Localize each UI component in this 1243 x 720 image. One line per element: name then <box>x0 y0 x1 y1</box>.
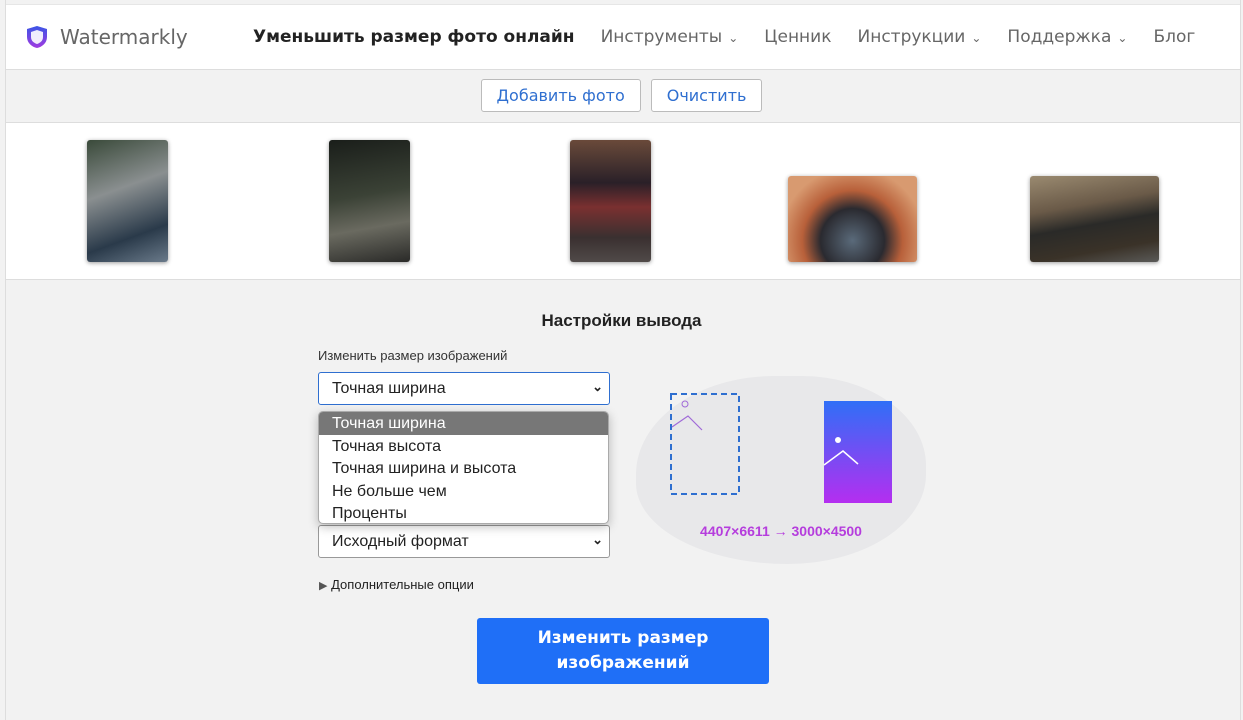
resize-illustration <box>670 393 892 503</box>
chevron-down-icon: ⌄ <box>971 31 982 45</box>
add-photo-button[interactable]: Добавить фото <box>480 79 641 112</box>
dropdown-option[interactable]: Не больше чем <box>319 480 608 503</box>
dimensions-text: 4407×6611 → 3000×4500 <box>700 523 862 539</box>
dropdown-option[interactable]: Точная ширина и высота <box>319 457 608 480</box>
chevron-down-icon: ⌄ <box>1117 31 1128 45</box>
photo-thumbnail[interactable] <box>788 176 917 262</box>
photo-thumbnail[interactable] <box>87 140 168 262</box>
nav-item-blog[interactable]: Блог <box>1153 27 1195 47</box>
more-options-label: Дополнительные опции <box>331 577 474 592</box>
photo-thumbnail[interactable] <box>1030 176 1159 262</box>
toolbar: Добавить фото Очистить <box>0 79 1243 112</box>
photo-thumbnail[interactable] <box>329 140 410 262</box>
nav-label: Ценник <box>764 27 832 47</box>
resize-mode-select[interactable]: Точная ширина ⌄ <box>318 372 610 405</box>
nav-item-resize[interactable]: Уменьшить размер фото онлайн <box>253 27 575 47</box>
logo[interactable]: Watermarkly <box>26 25 188 49</box>
format-select[interactable]: Исходный формат ⌄ <box>318 525 610 558</box>
triangle-right-icon: ▶ <box>319 580 328 592</box>
header: Watermarkly Уменьшить размер фото онлайн… <box>6 4 1240 70</box>
nav-label: Блог <box>1153 27 1196 47</box>
settings-title: Настройки вывода <box>541 311 702 330</box>
nav-label: Уменьшить размер фото онлайн <box>253 27 575 47</box>
nav-item-pricing[interactable]: Ценник <box>764 27 831 47</box>
chevron-down-icon: ⌄ <box>728 31 739 45</box>
shield-icon <box>27 26 47 48</box>
select-value: Точная ширина <box>332 380 446 397</box>
nav-label: Поддержка <box>1007 27 1112 47</box>
photo-thumbnail[interactable] <box>570 140 651 262</box>
dropdown-option[interactable]: Проценты <box>319 502 608 523</box>
thumbnail-strip <box>6 122 1240 280</box>
resize-label: Изменить размер изображений <box>318 348 508 363</box>
chevron-down-icon: ⌄ <box>592 532 603 547</box>
original-image-icon <box>670 393 740 495</box>
nav-label: Инструкции <box>857 27 966 47</box>
resize-images-button[interactable]: Изменить размер изображений <box>477 618 769 684</box>
nav-label: Инструменты <box>600 27 723 47</box>
main-nav: Уменьшить размер фото онлайн Инструменты… <box>253 27 1195 47</box>
select-value: Исходный формат <box>332 533 469 550</box>
nav-item-tools[interactable]: Инструменты ⌄ <box>601 27 739 47</box>
dropdown-option[interactable]: Точная высота <box>319 435 608 458</box>
nav-item-support[interactable]: Поддержка ⌄ <box>1007 27 1127 47</box>
resized-image-icon <box>823 401 892 503</box>
nav-item-guides[interactable]: Инструкции ⌄ <box>857 27 981 47</box>
resize-mode-dropdown: Точная ширина Точная высота Точная ширин… <box>318 411 609 524</box>
chevron-down-icon: ⌄ <box>592 379 603 394</box>
more-options-toggle[interactable]: ▶ Дополнительные опции <box>319 577 474 592</box>
clear-button[interactable]: Очистить <box>650 79 763 112</box>
dropdown-option[interactable]: Точная ширина <box>319 412 608 435</box>
logo-text: Watermarkly <box>60 25 188 49</box>
